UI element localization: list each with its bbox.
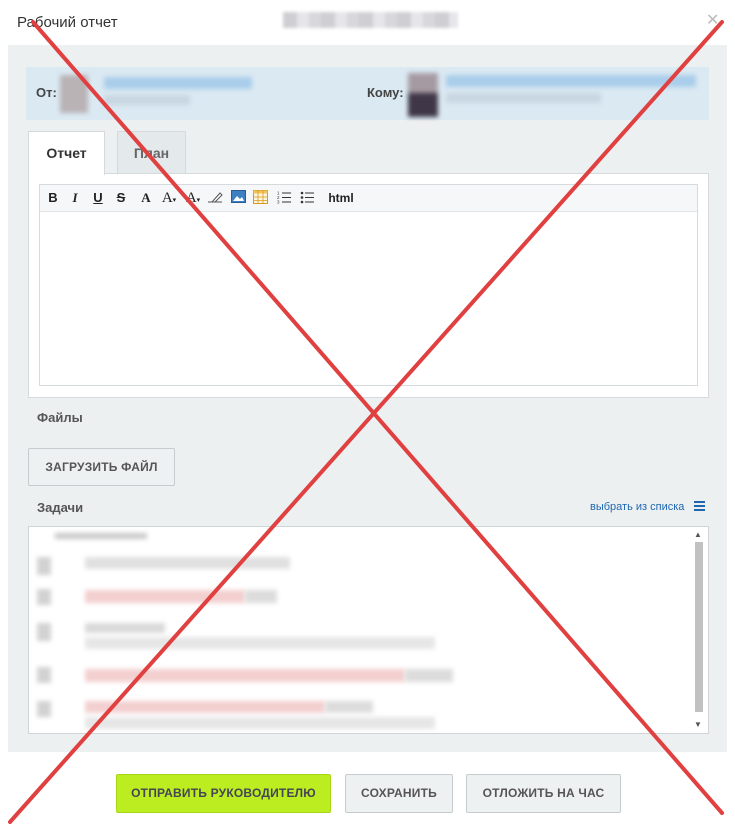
list-item[interactable] <box>85 717 435 729</box>
html-mode-button[interactable]: html <box>326 190 356 206</box>
font-size-button[interactable]: A▾ <box>159 190 179 206</box>
scroll-up-icon[interactable]: ▲ <box>694 530 702 539</box>
list-item-tag <box>405 669 453 682</box>
list-item-avatar <box>37 667 51 683</box>
list-item[interactable] <box>85 637 435 649</box>
blurred-title-info <box>283 12 458 28</box>
upload-file-button[interactable]: ЗАГРУЗИТЬ ФАЙЛ <box>28 448 175 486</box>
list-item-avatar <box>37 557 51 575</box>
save-button[interactable]: СОХРАНИТЬ <box>345 774 453 813</box>
table-icon <box>252 190 268 204</box>
list-item-avatar <box>37 623 51 641</box>
list-item-tag <box>245 590 277 603</box>
tasks-label: Задачи <box>37 500 84 515</box>
font-family-icon: A <box>141 190 151 205</box>
font-size-icon: A <box>161 190 173 206</box>
from-label: От: <box>36 85 57 100</box>
bold-button[interactable]: B <box>46 190 60 206</box>
from-name[interactable] <box>104 77 252 89</box>
underline-button[interactable]: U <box>91 190 105 206</box>
svg-text:3: 3 <box>277 200 280 205</box>
files-label: Файлы <box>37 410 83 425</box>
strikethrough-button[interactable]: S <box>114 190 128 206</box>
tasks-scrollbar[interactable]: ▲ ▼ <box>691 526 708 734</box>
editor-toolbar: B I U S A A▾ A▾ 123 html <box>40 185 697 212</box>
postpone-hour-button[interactable]: ОТЛОЖИТЬ НА ЧАС <box>466 774 621 813</box>
list-item-avatar <box>37 701 51 717</box>
report-editor-container: B I U S A A▾ A▾ 123 html <box>28 173 709 398</box>
scrollbar-thumb[interactable] <box>695 542 703 712</box>
report-editor[interactable]: B I U S A A▾ A▾ 123 html <box>39 184 698 386</box>
insert-table-button[interactable] <box>252 190 268 206</box>
scroll-down-icon[interactable]: ▼ <box>694 720 702 729</box>
menu-icon[interactable] <box>694 501 705 512</box>
list-item-avatar <box>37 589 51 605</box>
eraser-button[interactable] <box>206 190 224 206</box>
list-item[interactable] <box>85 669 405 682</box>
send-to-manager-button[interactable]: ОТПРАВИТЬ РУКОВОДИТЕЛЮ <box>116 774 331 813</box>
numbered-list-button[interactable]: 123 <box>276 190 292 206</box>
numbered-list-icon: 123 <box>277 191 291 205</box>
from-avatar <box>60 75 88 113</box>
from-position <box>104 95 190 105</box>
title-bar: Рабочий отчет ✕ <box>0 0 735 45</box>
list-item[interactable] <box>85 557 290 569</box>
bullet-list-button[interactable] <box>299 190 315 206</box>
insert-image-button[interactable] <box>230 190 246 206</box>
font-color-button[interactable]: A▾ <box>183 190 203 206</box>
tab-report[interactable]: Отчет <box>28 131 105 175</box>
list-item[interactable] <box>85 590 245 603</box>
tab-plan[interactable]: План <box>117 131 186 175</box>
italic-button[interactable]: I <box>68 190 82 206</box>
to-name[interactable] <box>446 75 696 87</box>
list-item[interactable] <box>85 623 165 633</box>
window-title: Рабочий отчет <box>17 14 118 31</box>
list-item-tag <box>325 701 373 713</box>
select-from-list-link[interactable]: выбрать из списка <box>590 501 684 513</box>
eraser-icon <box>208 192 223 203</box>
to-position <box>446 93 601 103</box>
tasks-list[interactable] <box>28 526 709 734</box>
image-icon <box>230 190 246 203</box>
font-color-icon: A <box>185 190 197 206</box>
close-icon[interactable]: ✕ <box>706 10 719 30</box>
font-family-button[interactable]: A <box>137 190 155 206</box>
list-item[interactable] <box>55 533 147 539</box>
list-item[interactable] <box>85 701 325 713</box>
addressee-bar: От: Кому: <box>26 67 709 120</box>
to-label: Кому: <box>367 85 404 100</box>
to-avatar <box>408 73 438 117</box>
bullet-list-icon <box>300 191 314 204</box>
